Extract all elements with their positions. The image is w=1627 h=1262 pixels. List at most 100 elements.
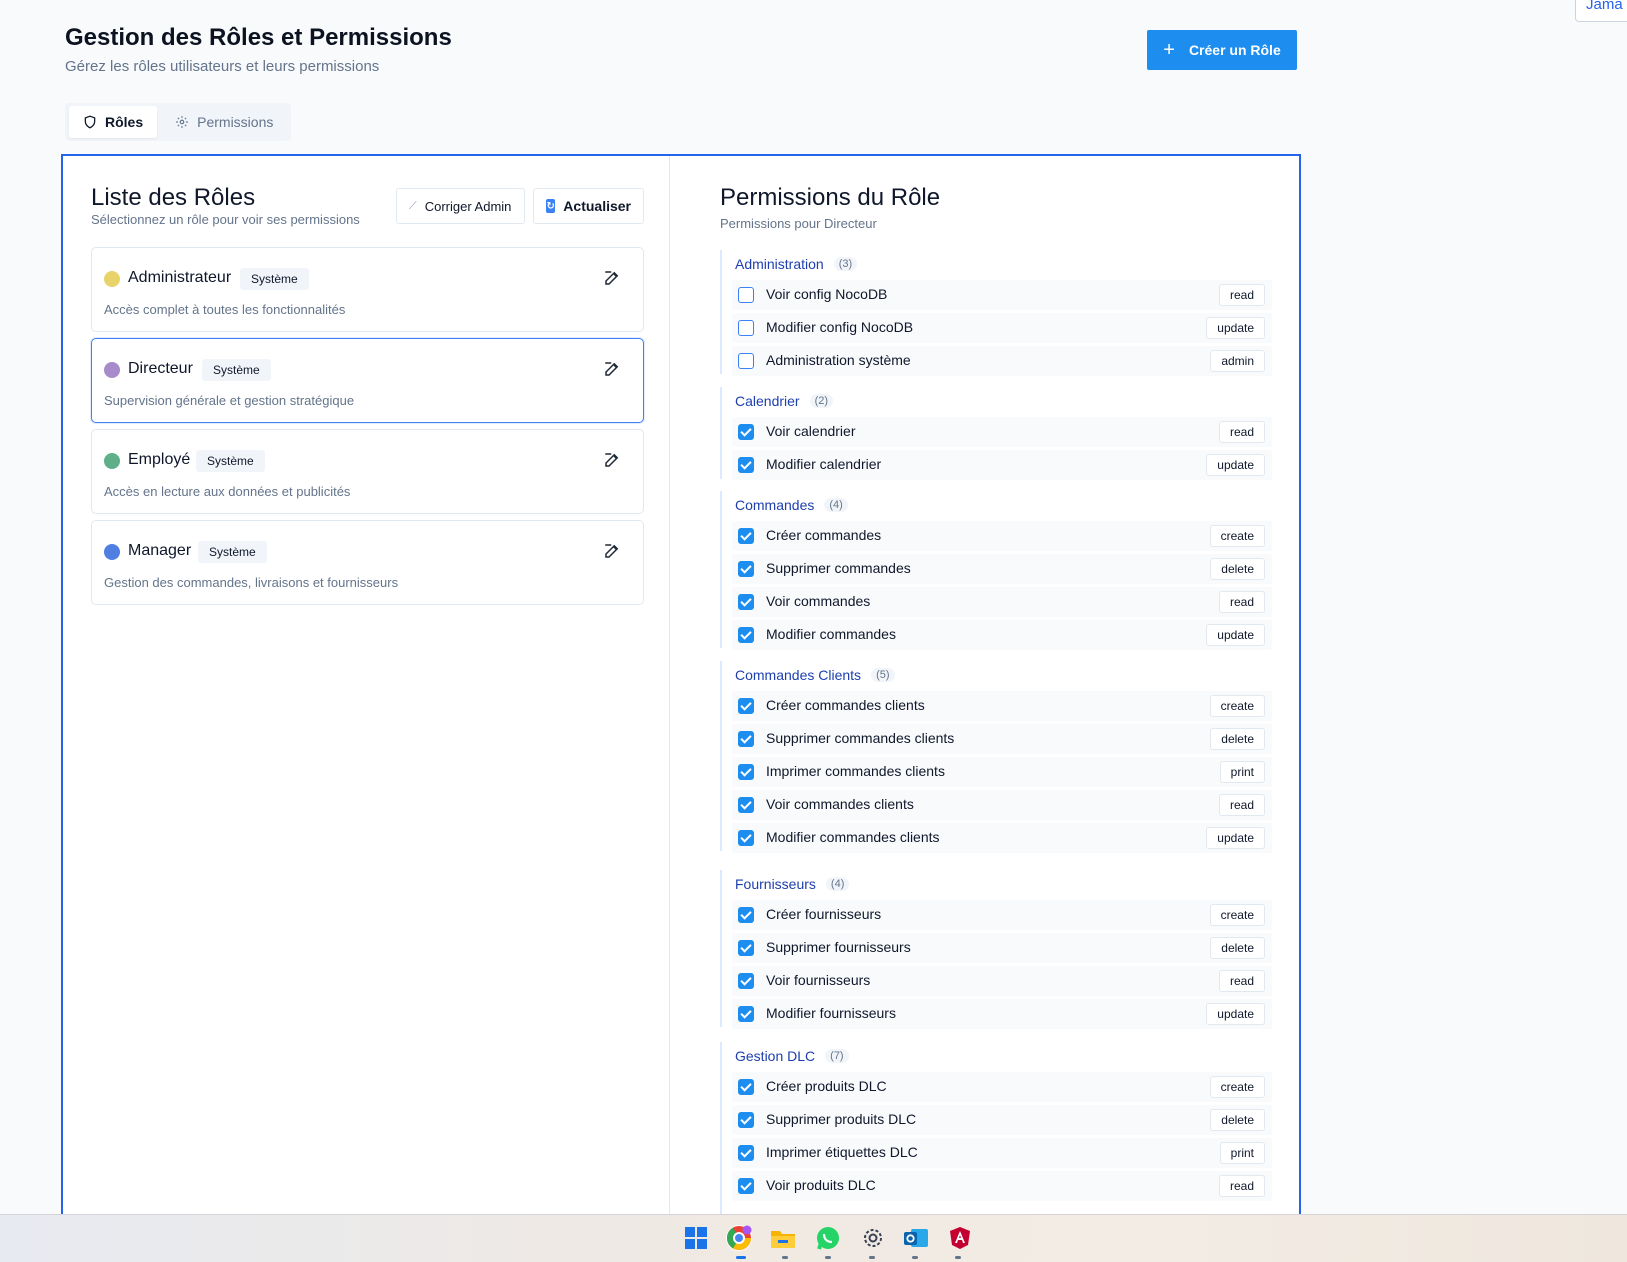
permission-label: Administration système xyxy=(766,352,911,368)
permission-checkbox[interactable] xyxy=(738,797,754,813)
permission-checkbox[interactable] xyxy=(738,424,754,440)
permission-row[interactable]: Créer produits DLC create xyxy=(732,1072,1272,1102)
permission-checkbox[interactable] xyxy=(738,764,754,780)
role-description: Accès complet à toutes les fonctionnalit… xyxy=(104,302,346,317)
settings-icon[interactable] xyxy=(860,1225,886,1251)
running-indicator xyxy=(869,1256,875,1259)
permission-row[interactable]: Voir calendrier read xyxy=(732,417,1272,447)
group-name: Commandes xyxy=(735,497,815,513)
permission-checkbox[interactable] xyxy=(738,287,754,303)
permission-row[interactable]: Administration système admin xyxy=(732,346,1272,376)
permission-row[interactable]: Modifier commandes update xyxy=(732,620,1272,650)
edit-icon[interactable] xyxy=(603,451,621,469)
chrome-icon[interactable] xyxy=(726,1225,752,1251)
role-card-directeur[interactable]: Directeur Système Supervision générale e… xyxy=(91,338,644,423)
permission-checkbox[interactable] xyxy=(738,1178,754,1194)
angular-icon[interactable] xyxy=(947,1225,973,1251)
permission-row[interactable]: Supprimer commandes clients delete xyxy=(732,724,1272,754)
tab-roles-label: Rôles xyxy=(105,114,144,130)
permission-label: Modifier commandes xyxy=(766,626,896,642)
edit-icon[interactable] xyxy=(603,269,621,287)
permission-checkbox[interactable] xyxy=(738,1112,754,1128)
roles-permissions-panel: Liste des Rôles Sélectionnez un rôle pou… xyxy=(61,154,1301,1224)
permission-row[interactable]: Voir produits DLC read xyxy=(732,1171,1272,1201)
role-description: Gestion des commandes, livraisons et fou… xyxy=(104,575,399,590)
permission-group-calendrier: Calendrier (2) Voir calendrier read Modi… xyxy=(720,387,1272,480)
role-card-administrateur[interactable]: Administrateur Système Accès complet à t… xyxy=(91,247,644,332)
page-title: Gestion des Rôles et Permissions xyxy=(65,24,452,51)
edit-icon[interactable] xyxy=(603,360,621,378)
permission-label: Supprimer commandes clients xyxy=(766,730,955,746)
file-explorer-icon[interactable] xyxy=(770,1225,796,1251)
refresh-label: Actualiser xyxy=(563,198,631,214)
group-count: (7) xyxy=(825,1049,849,1063)
permission-row[interactable]: Imprimer étiquettes DLC print xyxy=(732,1138,1272,1168)
refresh-button[interactable]: ↻ Actualiser xyxy=(533,188,644,224)
permission-checkbox[interactable] xyxy=(738,907,754,923)
fix-admin-button[interactable]: ⟋ Corriger Admin xyxy=(396,188,525,224)
permission-action-badge: delete xyxy=(1210,728,1265,750)
create-role-button[interactable]: + Créer un Rôle xyxy=(1147,30,1297,70)
role-description: Supervision générale et gestion stratégi… xyxy=(104,393,355,408)
whatsapp-icon[interactable] xyxy=(815,1225,841,1251)
permission-row[interactable]: Supprimer commandes delete xyxy=(732,554,1272,584)
outlook-icon[interactable] xyxy=(903,1225,929,1251)
permission-checkbox[interactable] xyxy=(738,940,754,956)
permission-row[interactable]: Voir fournisseurs read xyxy=(732,966,1272,996)
permission-row[interactable]: Voir commandes clients read xyxy=(732,790,1272,820)
permission-label: Supprimer commandes xyxy=(766,560,911,576)
group-name: Administration xyxy=(735,256,824,272)
permission-group-commandes: Commandes (4) Créer commandes create Sup… xyxy=(720,491,1272,650)
permission-checkbox[interactable] xyxy=(738,353,754,369)
permission-checkbox[interactable] xyxy=(738,320,754,336)
permission-checkbox[interactable] xyxy=(738,594,754,610)
permission-row[interactable]: Imprimer commandes clients print xyxy=(732,757,1272,787)
permission-checkbox[interactable] xyxy=(738,457,754,473)
permission-label: Modifier commandes clients xyxy=(766,829,940,845)
permission-action-badge: read xyxy=(1218,794,1265,816)
edit-icon[interactable] xyxy=(603,542,621,560)
role-description: Accès en lecture aux données et publicit… xyxy=(104,484,351,499)
permission-checkbox[interactable] xyxy=(738,1079,754,1095)
tab-permissions[interactable]: Permissions xyxy=(161,106,287,138)
role-color-dot xyxy=(104,453,120,469)
permission-action-badge: read xyxy=(1218,970,1265,992)
permission-label: Voir commandes xyxy=(766,593,871,609)
tab-bar: Rôles Permissions xyxy=(65,103,292,141)
permission-checkbox[interactable] xyxy=(738,1006,754,1022)
windows-start-icon[interactable] xyxy=(683,1225,709,1251)
permission-label: Supprimer fournisseurs xyxy=(766,939,911,955)
permission-row[interactable]: Modifier commandes clients update xyxy=(732,823,1272,853)
role-permissions-title: Permissions du Rôle xyxy=(720,184,941,211)
permission-action-badge: delete xyxy=(1210,937,1265,959)
role-name: Employé xyxy=(128,451,191,468)
roles-list-title: Liste des Rôles xyxy=(91,184,256,211)
permission-row[interactable]: Voir config NocoDB read xyxy=(732,280,1272,310)
permission-checkbox[interactable] xyxy=(738,561,754,577)
permission-checkbox[interactable] xyxy=(738,731,754,747)
permission-checkbox[interactable] xyxy=(738,1145,754,1161)
permission-row[interactable]: Voir commandes read xyxy=(732,587,1272,617)
role-card-employe[interactable]: Employé Système Accès en lecture aux don… xyxy=(91,429,644,514)
permission-checkbox[interactable] xyxy=(738,528,754,544)
permission-row[interactable]: Créer fournisseurs create xyxy=(732,900,1272,930)
permission-checkbox[interactable] xyxy=(738,830,754,846)
permission-row[interactable]: Créer commandes clients create xyxy=(732,691,1272,721)
permission-row[interactable]: Supprimer produits DLC delete xyxy=(732,1105,1272,1135)
permission-row[interactable]: Modifier fournisseurs update xyxy=(732,999,1272,1029)
tab-roles[interactable]: Rôles xyxy=(69,106,158,138)
corner-chip[interactable]: Jama xyxy=(1575,0,1627,22)
permission-row[interactable]: Créer commandes create xyxy=(732,521,1272,551)
permission-checkbox[interactable] xyxy=(738,698,754,714)
permission-checkbox[interactable] xyxy=(738,973,754,989)
role-card-manager[interactable]: Manager Système Gestion des commandes, l… xyxy=(91,520,644,605)
permission-action-badge: create xyxy=(1209,525,1265,547)
group-name: Fournisseurs xyxy=(735,876,816,892)
permission-row[interactable]: Modifier config NocoDB update xyxy=(732,313,1272,343)
permission-group-fournisseurs: Fournisseurs (4) Créer fournisseurs crea… xyxy=(720,870,1272,1029)
permission-row[interactable]: Supprimer fournisseurs delete xyxy=(732,933,1272,963)
permission-checkbox[interactable] xyxy=(738,627,754,643)
running-indicator xyxy=(955,1256,961,1259)
permission-row[interactable]: Modifier calendrier update xyxy=(732,450,1272,480)
roles-list-subtitle: Sélectionnez un rôle pour voir ses permi… xyxy=(91,212,360,227)
